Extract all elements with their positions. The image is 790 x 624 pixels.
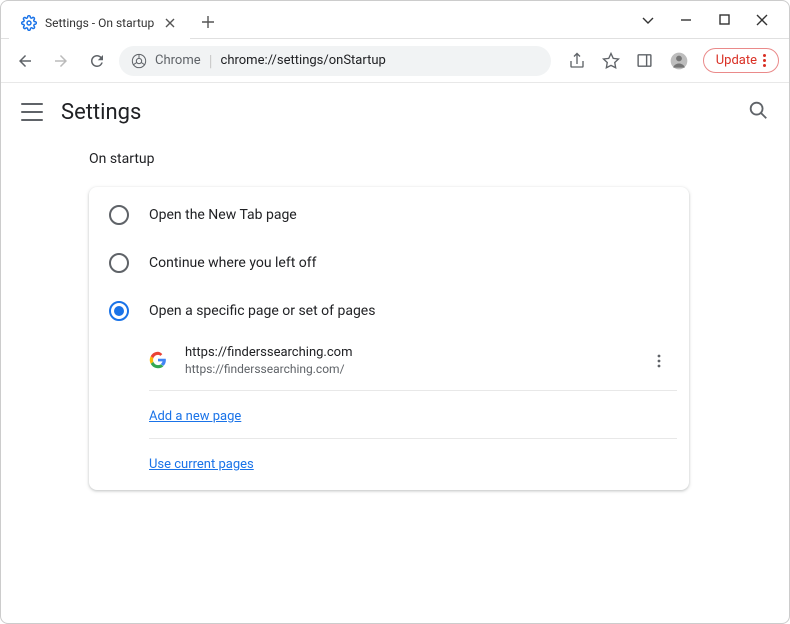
radio-specific-page[interactable]: Open a specific page or set of pages <box>89 287 689 335</box>
forward-icon <box>47 47 75 75</box>
omnibox-path: chrome://settings/onStartup <box>221 53 386 68</box>
section-title: On startup <box>89 151 789 167</box>
entry-menu-icon[interactable] <box>647 349 671 373</box>
radio-new-tab[interactable]: Open the New Tab page <box>89 191 689 239</box>
startup-page-entry: https://finderssearching.com https://fin… <box>149 335 677 391</box>
omnibox-separator: | <box>209 51 213 70</box>
radio-icon <box>109 253 129 273</box>
settings-header: Settings <box>1 83 789 141</box>
add-page-link[interactable]: Add a new page <box>149 409 241 424</box>
omnibox[interactable]: Chrome | chrome://settings/onStartup <box>119 46 551 76</box>
maximize-icon[interactable] <box>717 13 731 27</box>
chrome-icon <box>131 53 147 69</box>
radio-icon <box>109 205 129 225</box>
minimize-icon[interactable] <box>679 13 693 27</box>
radio-continue[interactable]: Continue where you left off <box>89 239 689 287</box>
side-panel-icon[interactable] <box>635 51 655 71</box>
menu-dots-icon <box>763 54 766 67</box>
tab-title: Settings - On startup <box>45 16 154 30</box>
hamburger-icon[interactable] <box>21 103 43 121</box>
omnibox-prefix: Chrome <box>155 53 201 68</box>
chevron-down-icon[interactable] <box>641 13 655 27</box>
address-bar: Chrome | chrome://settings/onStartup Upd… <box>1 39 789 83</box>
reload-icon[interactable] <box>83 47 111 75</box>
tab-close-icon[interactable] <box>162 15 178 31</box>
profile-icon[interactable] <box>669 51 689 71</box>
star-icon[interactable] <box>601 51 621 71</box>
google-favicon-icon <box>149 351 169 371</box>
radio-label: Open a specific page or set of pages <box>149 303 375 319</box>
close-icon[interactable] <box>755 13 769 27</box>
new-tab-button[interactable] <box>194 8 222 36</box>
page-entry-url: https://finderssearching.com/ <box>185 362 631 376</box>
radio-label: Continue where you left off <box>149 255 317 271</box>
browser-tab[interactable]: Settings - On startup <box>9 7 190 39</box>
startup-card: Open the New Tab page Continue where you… <box>89 187 689 490</box>
back-icon[interactable] <box>11 47 39 75</box>
update-label: Update <box>716 53 757 68</box>
radio-icon <box>109 301 129 321</box>
settings-title: Settings <box>61 100 141 125</box>
update-button[interactable]: Update <box>703 48 779 73</box>
titlebar: Settings - On startup <box>1 1 789 39</box>
search-icon[interactable] <box>747 99 769 125</box>
radio-label: Open the New Tab page <box>149 207 297 223</box>
share-icon[interactable] <box>567 51 587 71</box>
use-current-pages-link[interactable]: Use current pages <box>149 457 254 472</box>
settings-gear-icon <box>21 15 37 31</box>
page-entry-title: https://finderssearching.com <box>185 345 631 360</box>
